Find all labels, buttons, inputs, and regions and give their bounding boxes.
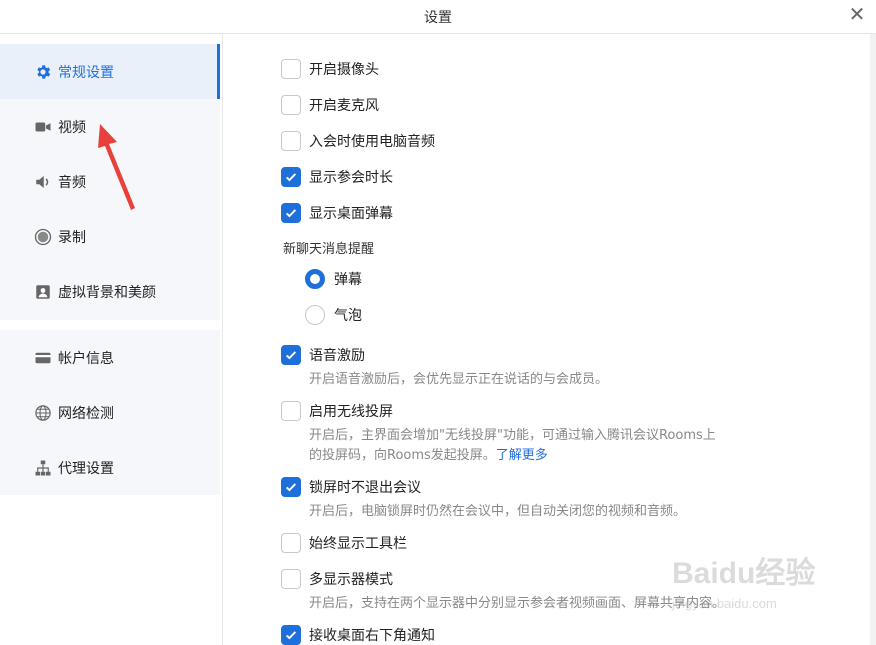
voice-motivation-checkbox[interactable] — [281, 345, 301, 365]
setting-label: 显示参会时长 — [309, 170, 393, 186]
wireless-share-checkbox[interactable] — [281, 401, 301, 421]
sidebar-item-network-test[interactable]: 网络检测 — [0, 385, 220, 440]
wireless-share-desc: 开启后，主界面会增加"无线投屏"功能，可通过输入腾讯会议Rooms上 的投屏码，… — [309, 426, 789, 466]
lock-screen-checkbox[interactable] — [281, 477, 301, 497]
setting-notify[interactable]: 接收桌面右下角通知 — [281, 625, 435, 645]
setting-toolbar[interactable]: 始终显示工具栏 — [281, 533, 407, 553]
mic-checkbox[interactable] — [281, 95, 301, 115]
setting-label: 锁屏时不退出会议 — [309, 480, 421, 496]
sidebar: 常规设置 视频 音频 录制 虚拟背景和美颜 帐户信息 网络检测 代理设置 — [0, 34, 222, 645]
bubble-radio[interactable] — [305, 305, 325, 325]
sidebar-item-virtual-background[interactable]: 虚拟背景和美颜 — [0, 264, 220, 319]
video-camera-icon — [34, 118, 52, 136]
network-icon — [34, 459, 52, 477]
multi-display-checkbox[interactable] — [281, 569, 301, 589]
toolbar-checkbox[interactable] — [281, 533, 301, 553]
sidebar-item-label: 录制 — [58, 229, 86, 246]
setting-lock-screen[interactable]: 锁屏时不退出会议 — [281, 477, 421, 497]
sidebar-item-label: 代理设置 — [58, 460, 114, 477]
radio-bubble[interactable]: 气泡 — [305, 305, 362, 325]
lock-screen-desc: 开启后，电脑锁屏时仍然在会议中，但自动关闭您的视频和音频。 — [309, 504, 687, 519]
sidebar-item-label: 音频 — [58, 174, 86, 191]
setting-label: 开启麦克风 — [309, 98, 379, 114]
radio-label: 弹幕 — [334, 272, 362, 288]
gear-icon — [34, 63, 52, 81]
setting-label: 语音激励 — [309, 348, 365, 364]
speaker-icon — [34, 173, 52, 191]
setting-label: 显示桌面弹幕 — [309, 206, 393, 222]
sidebar-item-audio[interactable]: 音频 — [0, 154, 220, 209]
setting-desktop-barrage[interactable]: 显示桌面弹幕 — [281, 203, 393, 223]
card-icon — [34, 349, 52, 367]
setting-label: 入会时使用电脑音频 — [309, 134, 435, 150]
sidebar-item-label: 视频 — [58, 119, 86, 136]
check-icon — [285, 173, 297, 182]
close-icon[interactable]: ✕ — [844, 2, 870, 28]
sidebar-item-general[interactable]: 常规设置 — [0, 44, 220, 99]
sidebar-item-label: 常规设置 — [58, 64, 114, 81]
barrage-radio[interactable] — [305, 269, 325, 289]
check-icon — [285, 631, 297, 640]
sidebar-group-account: 帐户信息 网络检测 代理设置 — [0, 330, 220, 495]
setting-label: 始终显示工具栏 — [309, 536, 407, 552]
camera-checkbox[interactable] — [281, 59, 301, 79]
sidebar-item-account[interactable]: 帐户信息 — [0, 330, 220, 385]
setting-label: 多显示器模式 — [309, 572, 393, 588]
check-icon — [285, 351, 297, 360]
window-title: 设置 — [424, 10, 452, 26]
voice-motivation-desc: 开启语音激励后，会优先显示正在说话的与会成员。 — [309, 372, 609, 387]
scrollbar[interactable] — [870, 34, 876, 645]
show-duration-checkbox[interactable] — [281, 167, 301, 187]
setting-multi-display[interactable]: 多显示器模式 — [281, 569, 393, 589]
setting-show-duration[interactable]: 显示参会时长 — [281, 167, 393, 187]
record-icon — [34, 228, 52, 246]
setting-wireless-share[interactable]: 启用无线投屏 — [281, 401, 393, 421]
sidebar-item-label: 网络检测 — [58, 405, 114, 422]
radio-label: 气泡 — [334, 308, 362, 324]
setting-label: 开启摄像头 — [309, 62, 379, 78]
sidebar-group-main: 常规设置 视频 音频 录制 虚拟背景和美颜 — [0, 44, 220, 320]
wireless-share-desc-line2: 的投屏码，向Rooms发起投屏。了解更多 — [309, 446, 789, 466]
sidebar-item-recording[interactable]: 录制 — [0, 209, 220, 264]
setting-pc-audio[interactable]: 入会时使用电脑音频 — [281, 131, 435, 151]
title-bar: 设置 ✕ — [0, 0, 876, 34]
sidebar-item-proxy[interactable]: 代理设置 — [0, 440, 220, 495]
desktop-barrage-checkbox[interactable] — [281, 203, 301, 223]
pc-audio-checkbox[interactable] — [281, 131, 301, 151]
check-icon — [285, 209, 297, 218]
chat-reminder-title: 新聊天消息提醒 — [283, 242, 375, 257]
globe-icon — [34, 404, 52, 422]
check-icon — [285, 483, 297, 492]
setting-label: 接收桌面右下角通知 — [309, 628, 435, 644]
setting-camera[interactable]: 开启摄像头 — [281, 59, 379, 79]
setting-mic[interactable]: 开启麦克风 — [281, 95, 379, 115]
learn-more-link[interactable]: 了解更多 — [496, 448, 548, 463]
multi-display-desc: 开启后，支持在两个显示器中分别显示参会者视频画面、屏幕共享内容。 — [309, 596, 726, 611]
setting-voice-motivation[interactable]: 语音激励 — [281, 345, 365, 365]
sidebar-item-video[interactable]: 视频 — [0, 99, 220, 154]
wireless-share-desc-text: 的投屏码，向Rooms发起投屏。 — [309, 448, 496, 463]
settings-panel: 开启摄像头 开启麦克风 入会时使用电脑音频 显示参会时长 显示桌面弹幕 新聊天消… — [222, 34, 870, 645]
wireless-share-desc-line1: 开启后，主界面会增加"无线投屏"功能，可通过输入腾讯会议Rooms上 — [309, 428, 716, 443]
setting-label: 启用无线投屏 — [309, 404, 393, 420]
sidebar-item-label: 虚拟背景和美颜 — [58, 284, 156, 301]
radio-barrage[interactable]: 弹幕 — [305, 269, 362, 289]
sidebar-item-label: 帐户信息 — [58, 350, 114, 367]
portrait-icon — [34, 283, 52, 301]
notify-checkbox[interactable] — [281, 625, 301, 645]
